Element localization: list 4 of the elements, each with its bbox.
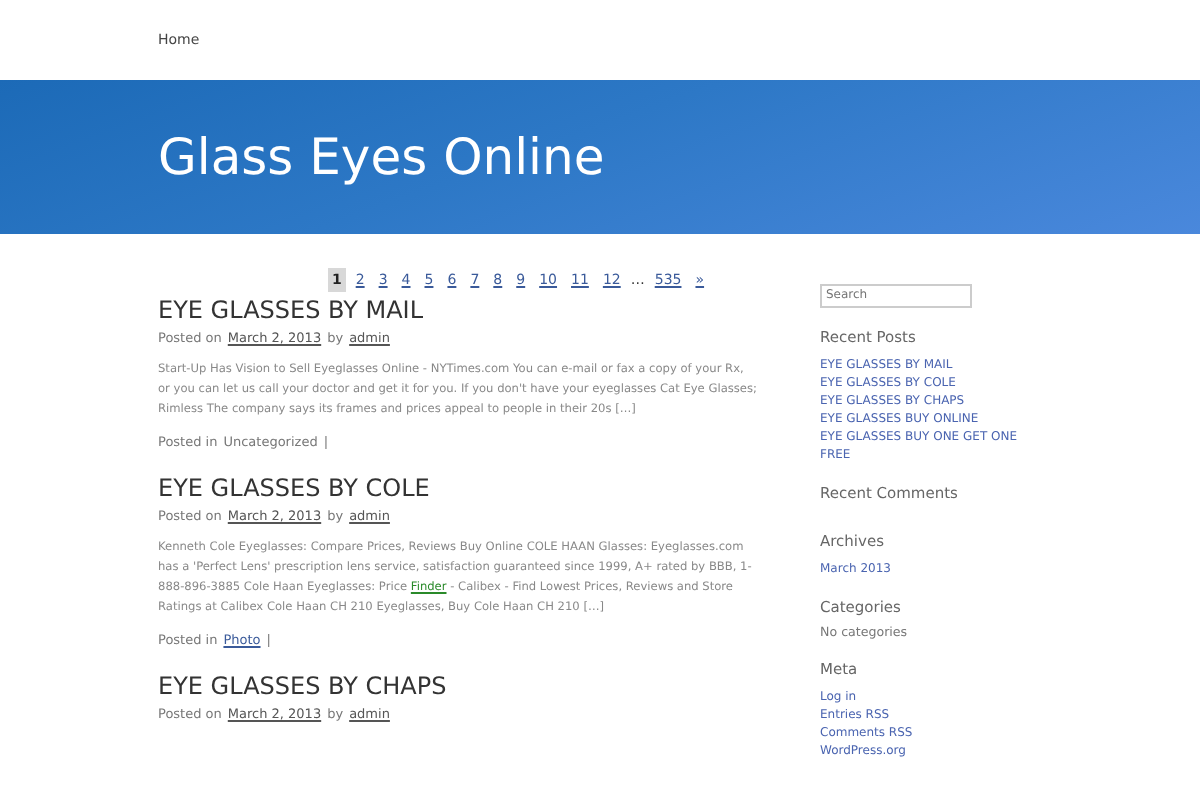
- site-title[interactable]: Glass Eyes Online: [158, 128, 605, 186]
- post-title[interactable]: EYE GLASSES BY CHAPS: [158, 672, 758, 700]
- post-title[interactable]: EYE GLASSES BY COLE: [158, 474, 758, 502]
- post-title[interactable]: EYE GLASSES BY MAIL: [158, 296, 758, 324]
